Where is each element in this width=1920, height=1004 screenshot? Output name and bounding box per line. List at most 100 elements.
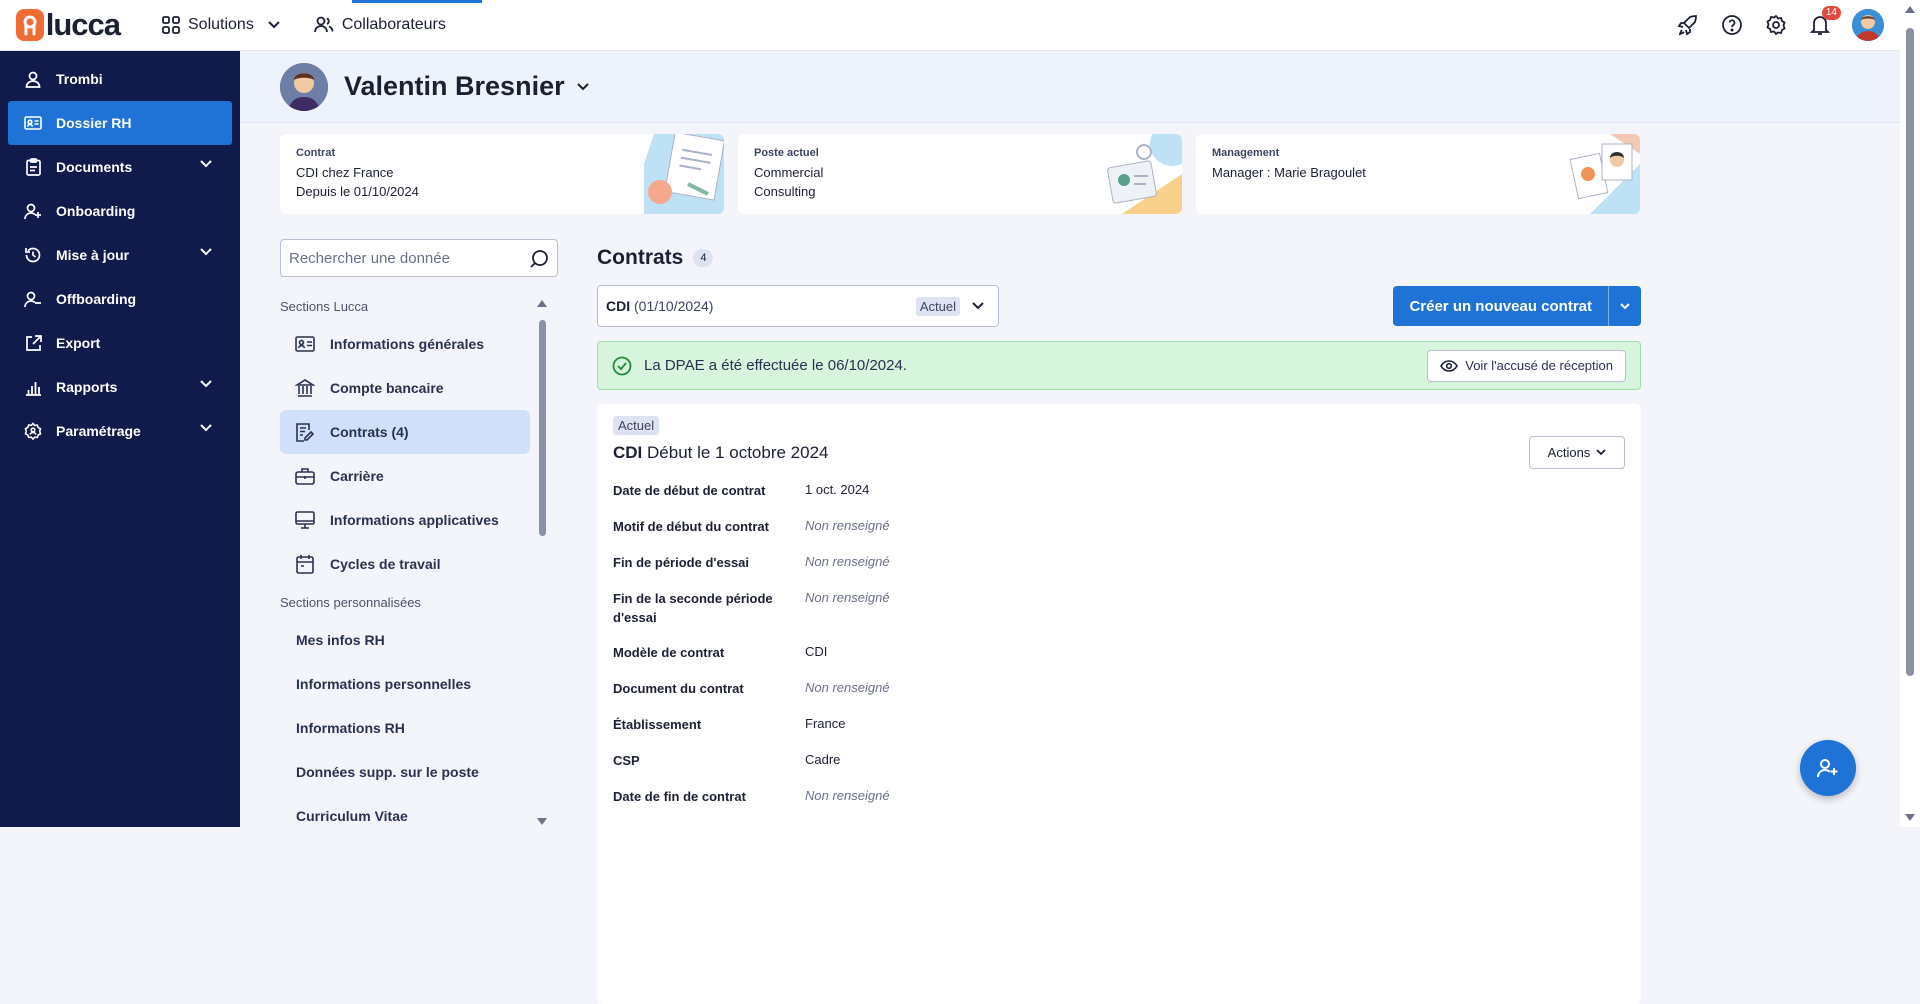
- contract-field-row: Date de début de contrat 1 oct. 2024: [613, 481, 1625, 517]
- section-label: Données supp. sur le poste: [296, 764, 479, 780]
- profile-header: Valentin Bresnier: [240, 51, 1900, 123]
- add-user-fab-button[interactable]: [1800, 740, 1856, 796]
- profile-name: Valentin Bresnier: [344, 71, 565, 101]
- settings-gear-icon[interactable]: [1764, 13, 1788, 37]
- section-label: Contrats (4): [330, 424, 409, 440]
- field-key: Fin de la seconde période d'essai: [613, 591, 773, 625]
- scroll-down-arrow-icon[interactable]: [1904, 813, 1916, 823]
- field-key: Motif de début du contrat: [613, 519, 769, 534]
- sidebar-item-dossier-rh[interactable]: Dossier RH: [8, 101, 232, 145]
- field-value: Non renseigné: [805, 788, 890, 803]
- current-badge: Actuel: [613, 416, 660, 435]
- section-item-compte-bancaire[interactable]: Compte bancaire: [280, 366, 530, 410]
- field-key: Date de début de contrat: [613, 483, 766, 498]
- field-value: 1 oct. 2024: [805, 482, 870, 497]
- search-icon[interactable]: [529, 249, 549, 269]
- clipboard-icon: [24, 158, 42, 176]
- contract-field-row: CSP Cadre: [613, 751, 1625, 787]
- collaborateurs-menu[interactable]: Collaborateurs: [308, 0, 482, 51]
- count-badge: 4: [693, 249, 714, 267]
- bar-chart-icon: [24, 378, 42, 396]
- profile-avatar: [280, 62, 328, 111]
- poste-card: Poste actuel Commercial Consulting: [738, 134, 1182, 214]
- contract-edit-icon: [294, 421, 316, 443]
- check-circle-icon: [612, 356, 632, 376]
- chevron-down-icon: [200, 424, 212, 432]
- sidebar-label: Dossier RH: [56, 115, 132, 131]
- user-plus-icon: [24, 202, 42, 220]
- contract-field-row: Établissement France: [613, 715, 1625, 751]
- page-scrollbar-thumb[interactable]: [1906, 28, 1914, 676]
- contract-field-row: Motif de début du contrat Non renseigné: [613, 517, 1625, 553]
- section-item-contrats[interactable]: Contrats (4): [280, 410, 530, 454]
- chevron-down-icon: [200, 248, 212, 256]
- help-icon[interactable]: [1720, 13, 1744, 37]
- section-item-curriculum-vitae[interactable]: Curriculum Vitae: [280, 794, 530, 838]
- solutions-menu[interactable]: Solutions: [156, 0, 286, 51]
- sidebar-item-onboarding[interactable]: Onboarding: [8, 189, 232, 233]
- section-label: Mes infos RH: [296, 632, 385, 648]
- scroll-up-arrow-icon[interactable]: [1904, 4, 1916, 14]
- contract-fields: Date de début de contrat 1 oct. 2024 Motif…: [613, 481, 1625, 823]
- chevron-down-icon[interactable]: [576, 82, 589, 91]
- notification-bell-icon[interactable]: 14: [1808, 6, 1841, 37]
- sidebar-label: Offboarding: [56, 291, 137, 307]
- field-value: Non renseigné: [805, 554, 890, 569]
- select-date: (01/10/2024): [634, 298, 714, 314]
- page-scrollbar[interactable]: [1900, 0, 1920, 827]
- section-label: Cycles de travail: [330, 556, 441, 572]
- id-card-icon: [24, 114, 42, 132]
- lucca-logo[interactable]: lucca: [16, 7, 121, 43]
- alert-text: La DPAE a été effectuée le 06/10/2024.: [644, 357, 907, 374]
- sections-scrollbar-thumb[interactable]: [539, 320, 546, 536]
- contract-start: Début le 1 octobre 2024: [647, 443, 829, 462]
- actions-button[interactable]: Actions: [1529, 436, 1625, 469]
- view-receipt-button[interactable]: Voir l'accusé de réception: [1427, 349, 1626, 382]
- section-item-informations-rh[interactable]: Informations RH: [280, 706, 530, 750]
- user-avatar[interactable]: [1852, 9, 1884, 41]
- sidebar-item-rapports[interactable]: Rapports: [8, 365, 232, 409]
- field-key: CSP: [613, 753, 640, 768]
- field-key: Modèle de contrat: [613, 645, 725, 660]
- chevron-down-icon: [1596, 449, 1606, 456]
- search-input[interactable]: [289, 249, 519, 267]
- create-contract-split-button: Créer un nouveau contrat: [1393, 286, 1641, 326]
- create-contract-dropdown[interactable]: [1609, 286, 1641, 326]
- sidebar-item-trombi[interactable]: Trombi: [8, 57, 232, 101]
- contract-select[interactable]: CDI (01/10/2024) Actuel: [597, 285, 999, 327]
- sidebar-label: Export: [56, 335, 101, 351]
- field-key: Établissement: [613, 717, 702, 732]
- field-value: France: [805, 716, 846, 731]
- section-item-mes-infos-rh[interactable]: Mes infos RH: [280, 618, 530, 662]
- sections-nav: Sections Lucca Informations générales Co…: [280, 290, 530, 838]
- search-field[interactable]: [280, 239, 558, 277]
- dpae-alert: La DPAE a été effectuée le 06/10/2024. V…: [597, 341, 1641, 390]
- section-item-informations-generales[interactable]: Informations générales: [280, 322, 530, 366]
- summary-cards: Contrat CDI chez France Depuis le 01/10/…: [280, 134, 1640, 214]
- sidebar-item-documents[interactable]: Documents: [8, 145, 232, 189]
- main-content: Contrats 4 CDI (01/10/2024) Actuel Créer…: [597, 239, 1641, 1004]
- section-group-title: Sections Lucca: [280, 298, 369, 314]
- contract-field-row: Fin de la seconde période d'essai Non ren…: [613, 589, 1625, 643]
- section-item-informations-applicatives[interactable]: Informations applicatives: [280, 498, 530, 542]
- section-item-donnees-supp-poste[interactable]: Données supp. sur le poste: [280, 750, 530, 794]
- sidebar-item-parametrage[interactable]: Paramétrage: [8, 409, 232, 453]
- sidebar-item-mise-a-jour[interactable]: Mise à jour: [8, 233, 232, 277]
- field-value: Cadre: [805, 752, 841, 767]
- contrat-card: Contrat CDI chez France Depuis le 01/10/…: [280, 134, 724, 214]
- user-icon: [24, 70, 42, 88]
- sidebar: Trombi Dossier RH Documents Onboarding M…: [0, 51, 240, 827]
- section-item-informations-personnelles[interactable]: Informations personnelles: [280, 662, 530, 706]
- chevron-down-icon: [1620, 302, 1630, 309]
- sidebar-item-export[interactable]: Export: [8, 321, 232, 365]
- section-item-cycles-de-travail[interactable]: Cycles de travail: [280, 542, 530, 586]
- section-label: Informations générales: [330, 336, 485, 352]
- scroll-down-arrow-icon[interactable]: [536, 817, 548, 827]
- rocket-icon[interactable]: [1676, 13, 1700, 37]
- notification-badge: 14: [1821, 6, 1841, 20]
- section-item-carriere[interactable]: Carrière: [280, 454, 530, 498]
- field-key: Document du contrat: [613, 681, 744, 696]
- create-contract-button[interactable]: Créer un nouveau contrat: [1393, 286, 1609, 326]
- scroll-up-arrow-icon[interactable]: [536, 298, 548, 308]
- sidebar-item-offboarding[interactable]: Offboarding: [8, 277, 232, 321]
